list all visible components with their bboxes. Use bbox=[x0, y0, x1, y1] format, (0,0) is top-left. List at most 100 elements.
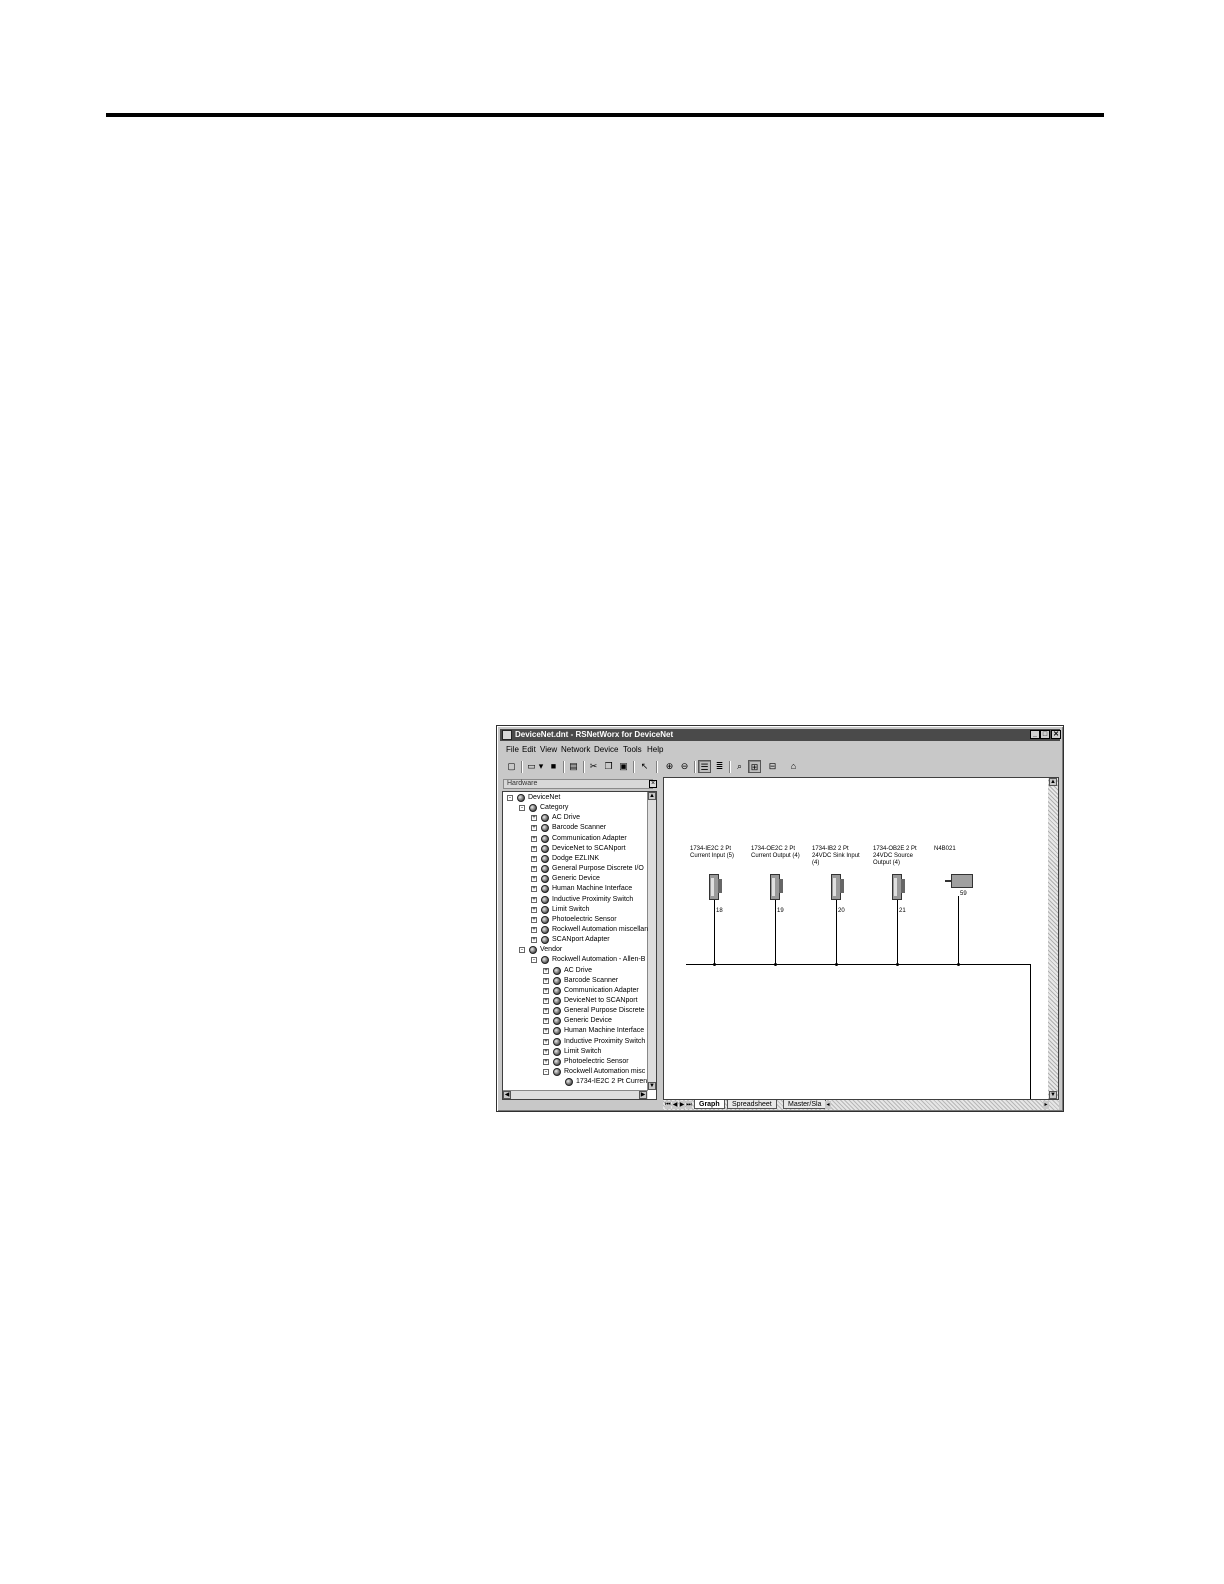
menu-view[interactable]: View bbox=[540, 745, 557, 754]
collapse-icon[interactable]: - bbox=[519, 947, 525, 954]
expand-icon[interactable]: + bbox=[543, 987, 549, 994]
tree-item-label: Limit Switch bbox=[564, 1047, 602, 1055]
expand-icon[interactable]: + bbox=[531, 886, 537, 893]
title-bar[interactable]: DeviceNet.dnt - RSNetWorx for DeviceNet … bbox=[500, 729, 1061, 741]
cut-icon[interactable]: ✂ bbox=[587, 760, 600, 773]
globe-icon bbox=[541, 844, 549, 853]
tree-item-label: Limit Switch bbox=[552, 905, 590, 913]
expand-icon[interactable]: + bbox=[543, 998, 549, 1004]
expand-icon[interactable]: + bbox=[543, 1028, 549, 1035]
expand-icon[interactable]: + bbox=[531, 845, 537, 852]
scroll-down-icon[interactable]: ▼ bbox=[1049, 1091, 1057, 1099]
menu-tools[interactable]: Tools bbox=[623, 745, 642, 754]
expand-icon[interactable]: + bbox=[531, 926, 537, 933]
scroll-up-icon[interactable]: ▲ bbox=[1049, 778, 1057, 786]
minimize-button[interactable]: _ bbox=[1030, 730, 1040, 739]
rsnetworx-window[interactable]: DeviceNet.dnt - RSNetWorx for DeviceNet … bbox=[496, 725, 1064, 1112]
tab-spreadsheet[interactable]: Spreadsheet bbox=[727, 1100, 777, 1109]
io-module-icon[interactable] bbox=[892, 874, 905, 900]
copy-icon[interactable]: ❐ bbox=[602, 760, 615, 773]
menu-network[interactable]: Network bbox=[561, 745, 590, 754]
scroll-right-icon[interactable]: ▶ bbox=[639, 1091, 647, 1099]
menu-device[interactable]: Device bbox=[594, 745, 618, 754]
tree-item-label: Rockwell Automation misc bbox=[564, 1068, 646, 1076]
zoom-in-icon[interactable]: ⊕ bbox=[663, 760, 676, 773]
paste-icon[interactable]: ▣ bbox=[617, 760, 630, 773]
hardware-tree[interactable]: ▲ ▼ ◀ ▶ - DeviceNet - Category + AC Drive + Bar… bbox=[502, 791, 657, 1100]
toolbar-separator bbox=[729, 761, 731, 773]
tree-item-label: AC Drive bbox=[552, 814, 581, 822]
tree-item-label: DeviceNet to SCANport bbox=[552, 844, 626, 852]
expand-icon[interactable]: + bbox=[531, 815, 537, 822]
globe-icon bbox=[541, 895, 549, 904]
collapse-icon[interactable]: - bbox=[543, 1069, 549, 1076]
node-address: 18 bbox=[716, 908, 723, 914]
expand-icon[interactable]: + bbox=[531, 835, 537, 842]
expand-icon[interactable]: + bbox=[531, 876, 537, 883]
io-module-icon[interactable] bbox=[770, 874, 783, 900]
node-address: 59 bbox=[960, 891, 967, 897]
expand-icon[interactable]: + bbox=[543, 1038, 549, 1045]
scroll-left-icon[interactable]: ◀ bbox=[503, 1091, 511, 1099]
expand-icon[interactable]: + bbox=[531, 896, 537, 903]
node-address: 19 bbox=[777, 908, 784, 914]
zoom-out-icon[interactable]: ⊖ bbox=[678, 760, 691, 773]
tab-master-slave[interactable]: Master/Sla bbox=[783, 1100, 827, 1109]
scroll-down-icon[interactable]: ▼ bbox=[648, 1082, 656, 1090]
expand-icon[interactable]: + bbox=[531, 916, 537, 923]
save-icon[interactable]: ■ bbox=[547, 760, 560, 773]
menu-edit[interactable]: Edit bbox=[522, 745, 536, 754]
scroll-up-icon[interactable]: ▲ bbox=[648, 792, 656, 800]
menu-file[interactable]: File bbox=[506, 745, 519, 754]
tree-view-icon[interactable]: ☰ bbox=[698, 760, 711, 773]
close-button[interactable]: ✕ bbox=[1051, 730, 1061, 739]
upload-icon[interactable]: ⌂ bbox=[787, 760, 800, 773]
collapse-icon[interactable]: - bbox=[531, 957, 537, 964]
new-icon[interactable]: ▢ bbox=[505, 760, 518, 773]
expand-icon[interactable]: + bbox=[543, 1018, 549, 1025]
menu-help[interactable]: Help bbox=[647, 745, 663, 754]
tree-item-label: Barcode Scanner bbox=[552, 824, 607, 832]
expand-icon[interactable]: + bbox=[543, 1058, 549, 1065]
expand-icon[interactable]: + bbox=[543, 967, 549, 974]
tree-vertical-scrollbar[interactable]: ▲ ▼ bbox=[647, 792, 656, 1090]
context-help-icon[interactable]: ↖ bbox=[638, 760, 651, 773]
io-module-icon[interactable] bbox=[831, 874, 844, 900]
expand-icon[interactable]: + bbox=[543, 1008, 549, 1015]
tree-item-label: 1734-IE2C 2 Pt Curren bbox=[576, 1078, 648, 1086]
tree-item-label: General Purpose Discrete I/O bbox=[552, 865, 644, 873]
globe-icon bbox=[553, 997, 561, 1005]
app-icon[interactable] bbox=[502, 730, 512, 740]
print-icon[interactable]: ▤ bbox=[567, 760, 580, 773]
tab-graph[interactable]: Graph bbox=[694, 1100, 725, 1109]
tab-prev-icon[interactable]: ◀ bbox=[672, 1101, 678, 1109]
io-module-icon[interactable] bbox=[709, 874, 722, 900]
expand-icon[interactable]: + bbox=[543, 977, 549, 984]
tab-next-icon[interactable]: ▶ bbox=[679, 1101, 685, 1109]
expand-icon[interactable]: + bbox=[531, 866, 537, 873]
expand-icon[interactable]: + bbox=[531, 937, 537, 944]
tree-horizontal-scrollbar[interactable]: ◀ ▶ bbox=[503, 1090, 648, 1099]
online-icon[interactable]: ⊞ bbox=[748, 760, 761, 773]
hardware-panel-close-icon[interactable]: × bbox=[649, 780, 657, 788]
motor-device-icon[interactable] bbox=[945, 874, 973, 888]
expand-icon[interactable]: + bbox=[531, 855, 537, 862]
graph-scroll-right-icon[interactable]: ▸ bbox=[1043, 1101, 1049, 1109]
messages-view-icon[interactable]: ≣ bbox=[713, 760, 726, 773]
open-dropdown-icon[interactable]: ▾ bbox=[537, 760, 545, 773]
expand-icon[interactable]: + bbox=[543, 1048, 549, 1055]
expand-icon[interactable]: + bbox=[531, 825, 537, 832]
device-label: 1734-OB2E 2 Pt 24VDC Source Output (4) bbox=[873, 846, 917, 866]
tab-first-icon[interactable]: ⏮ bbox=[665, 1101, 671, 1109]
tab-scroll-icon[interactable]: ◂ bbox=[825, 1101, 831, 1109]
network-graph-view[interactable]: ▲ ▼ 1734-IE2C 2 Pt Current Input (5) 18 17… bbox=[663, 777, 1059, 1100]
tab-last-icon[interactable]: ⏭ bbox=[686, 1101, 692, 1109]
globe-icon bbox=[553, 1068, 561, 1077]
collapse-icon[interactable]: - bbox=[507, 795, 513, 801]
graph-vertical-scrollbar[interactable]: ▲ ▼ bbox=[1048, 778, 1058, 1099]
expand-icon[interactable]: + bbox=[531, 906, 537, 913]
maximize-button[interactable]: □ bbox=[1040, 730, 1050, 739]
download-icon[interactable]: ⊟ bbox=[766, 760, 779, 773]
collapse-icon[interactable]: - bbox=[519, 805, 525, 812]
browse-network-icon[interactable]: ⌕ bbox=[733, 760, 746, 773]
